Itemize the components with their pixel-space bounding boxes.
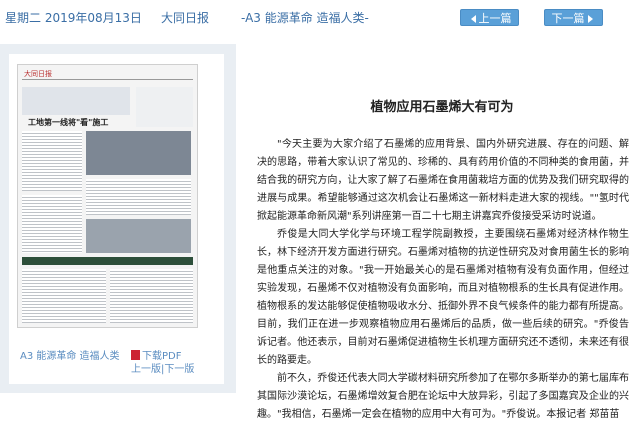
arrow-left-icon [470,15,476,23]
prev-page-link[interactable]: 上一版 [131,364,161,375]
page-thumbnail[interactable]: 大同日报 工地第一线将"看"施工 [17,64,198,328]
next-article-label: 下一篇 [551,12,585,25]
page-thumbnail-panel: 大同日报 工地第一线将"看"施工 A3 能源革命 造福人类 下载PDF 上一版|… [0,44,236,393]
thumbnail-text-block [110,269,193,323]
pdf-icon [131,350,140,360]
thumbnail-text-block [22,269,106,323]
thumbnail-text-block [22,195,82,253]
article-title: 植物应用石墨烯大有可为 [370,100,514,115]
next-article-button[interactable]: 下一篇 [544,9,603,26]
thumbnail-headline: 工地第一线将"看"施工 [28,118,109,127]
page-section[interactable]: -A3 能源革命 造福人类- [241,9,369,26]
prev-article-label: 上一篇 [478,12,512,25]
thumbnail-sidebar-box [136,87,193,127]
thumbnail-masthead: 大同日报 [22,69,193,80]
article-paragraph: 乔俊是大同大学化学与环境工程学院副教授，主要围绕石墨烯对经济林作物生长，林下经济… [257,229,629,366]
issue-date: 星期二 2019年08月13日 [5,11,142,25]
prev-article-button[interactable]: 上一篇 [460,9,519,26]
next-page-link[interactable]: 下一版 [164,364,194,375]
article-body: "今天主要为大家介绍了石墨烯的应用背景、国内外研究进展、存在的问题、解决的思路，… [257,136,629,424]
article-paragraph: 前不久，乔俊还代表大同大学碳材料研究所参加了在鄂尔多斯举办的第七届库布其国际沙漠… [257,373,629,420]
arrow-right-icon [587,15,593,23]
thumbnail-text-block [22,131,82,191]
thumbnail-section-bar [22,257,193,265]
thumbnail-logo: 大同日报 [24,70,52,78]
thumbnail-frame: 大同日报 工地第一线将"看"施工 [9,54,224,384]
thumbnail-photo [86,131,191,175]
thumbnail-text-block [86,179,191,215]
article-panel: 植物应用石墨烯大有可为 "今天主要为大家介绍了石墨烯的应用背景、国内外研究进展、… [244,44,640,420]
thumbnail-banner [22,87,130,115]
thumbnail-photo [86,219,191,253]
page-caption-link[interactable]: A3 能源革命 造福人类 [20,347,120,362]
article-paragraph: "今天主要为大家介绍了石墨烯的应用背景、国内外研究进展、存在的问题、解决的思路，… [257,139,629,222]
top-bar: 星期二 2019年08月13日 大同日报 -A3 能源革命 造福人类- 上一篇 … [0,0,640,36]
paper-name[interactable]: 大同日报 [161,9,209,26]
page-nav: 上一版|下一版 [131,360,194,375]
